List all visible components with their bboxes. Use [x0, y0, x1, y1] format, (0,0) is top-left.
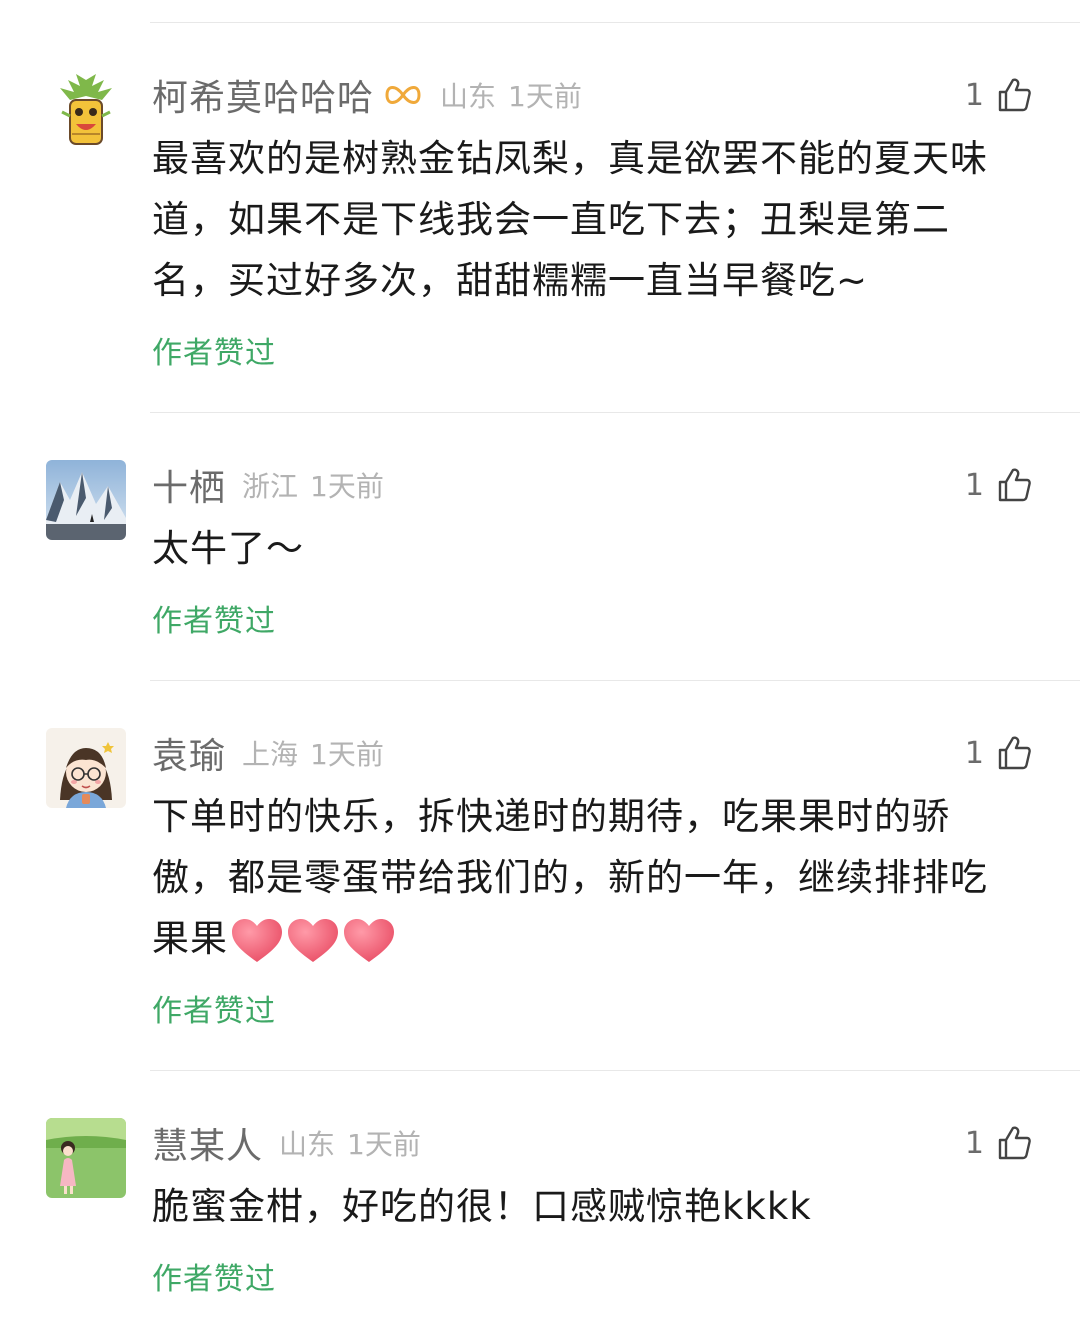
timestamp: 1天前	[347, 1128, 421, 1161]
timestamp: 1天前	[310, 738, 384, 771]
avatar-image	[46, 460, 126, 540]
divider	[150, 22, 1080, 23]
thumbs-up-icon[interactable]	[994, 465, 1034, 505]
username[interactable]: 十栖	[152, 459, 226, 511]
heart-emoji-group	[230, 916, 398, 966]
avatar-image	[46, 72, 126, 152]
comment-text: 脆蜜金柑，好吃的很！口感贼惊艳kkkk	[152, 1176, 1042, 1237]
region-label: 浙江	[242, 470, 299, 503]
thumbs-up-icon[interactable]	[994, 1123, 1034, 1163]
comment-text: 太牛了～	[152, 518, 1042, 579]
timestamp: 1天前	[310, 470, 384, 503]
like-count: 1	[964, 735, 984, 771]
author-liked-label: 作者赞过	[152, 994, 276, 1029]
heart-emoji-icon	[344, 918, 394, 962]
infinity-badge-icon	[382, 77, 424, 113]
username[interactable]: 袁瑜	[152, 727, 226, 779]
comment-line: 最喜欢的是树熟金钻凤梨，真是欲罢不能的夏天味	[152, 137, 988, 180]
username[interactable]: 柯希莫哈哈哈	[152, 69, 374, 121]
region-label: 山东	[279, 1128, 336, 1161]
avatar[interactable]	[46, 1118, 126, 1198]
comment-line: 名，买过好多次，甜甜糯糯一直当早餐吃~	[152, 259, 869, 302]
comment-meta: 柯希莫哈哈哈 山东 1天前	[152, 70, 582, 120]
author-liked-label: 作者赞过	[152, 1262, 276, 1297]
username[interactable]: 慧某人	[152, 1117, 263, 1169]
divider	[150, 412, 1080, 413]
comment-text: 下单时的快乐，拆快递时的期待，吃果果时的骄 傲，都是零蛋带给我们的，新的一年，继…	[152, 786, 1042, 969]
region-label: 山东	[440, 80, 497, 113]
thumbs-up-icon[interactable]	[994, 75, 1034, 115]
avatar[interactable]	[46, 460, 126, 540]
like-button[interactable]: 1	[965, 1120, 1034, 1166]
timestamp: 1天前	[508, 80, 582, 113]
like-count: 1	[964, 77, 984, 113]
comment-line: 果果	[152, 917, 228, 960]
heart-emoji-icon	[288, 918, 338, 962]
comment-line: 太牛了～	[152, 527, 304, 570]
divider	[150, 680, 1080, 681]
comment-line: 脆蜜金柑，好吃的很！口感贼惊艳kkkk	[152, 1185, 812, 1228]
avatar-image	[46, 1118, 126, 1198]
comment-line-with-hearts: 果果	[152, 908, 1042, 969]
comment-meta: 十栖 浙江 1天前	[152, 460, 384, 510]
divider	[150, 1070, 1080, 1071]
like-count: 1	[964, 467, 984, 503]
comment-meta: 袁瑜 上海 1天前	[152, 728, 384, 778]
author-liked-label: 作者赞过	[152, 604, 276, 639]
comment-meta: 慧某人 山东 1天前	[152, 1118, 421, 1168]
author-liked-label: 作者赞过	[152, 336, 276, 371]
like-button[interactable]: 1	[965, 72, 1034, 118]
comment-line: 下单时的快乐，拆快递时的期待，吃果果时的骄	[152, 795, 950, 838]
like-button[interactable]: 1	[965, 730, 1034, 776]
thumbs-up-icon[interactable]	[994, 733, 1034, 773]
like-count: 1	[964, 1125, 984, 1161]
avatar-image	[46, 728, 126, 808]
comment-line: 傲，都是零蛋带给我们的，新的一年，继续排排吃	[152, 856, 988, 899]
heart-emoji-icon	[232, 918, 282, 962]
avatar[interactable]	[46, 72, 126, 152]
avatar[interactable]	[46, 728, 126, 808]
comment-text: 最喜欢的是树熟金钻凤梨，真是欲罢不能的夏天味 道，如果不是下线我会一直吃下去；丑…	[152, 128, 1042, 311]
like-button[interactable]: 1	[965, 462, 1034, 508]
region-label: 上海	[242, 738, 299, 771]
comment-line: 道，如果不是下线我会一直吃下去；丑梨是第二	[152, 198, 950, 241]
